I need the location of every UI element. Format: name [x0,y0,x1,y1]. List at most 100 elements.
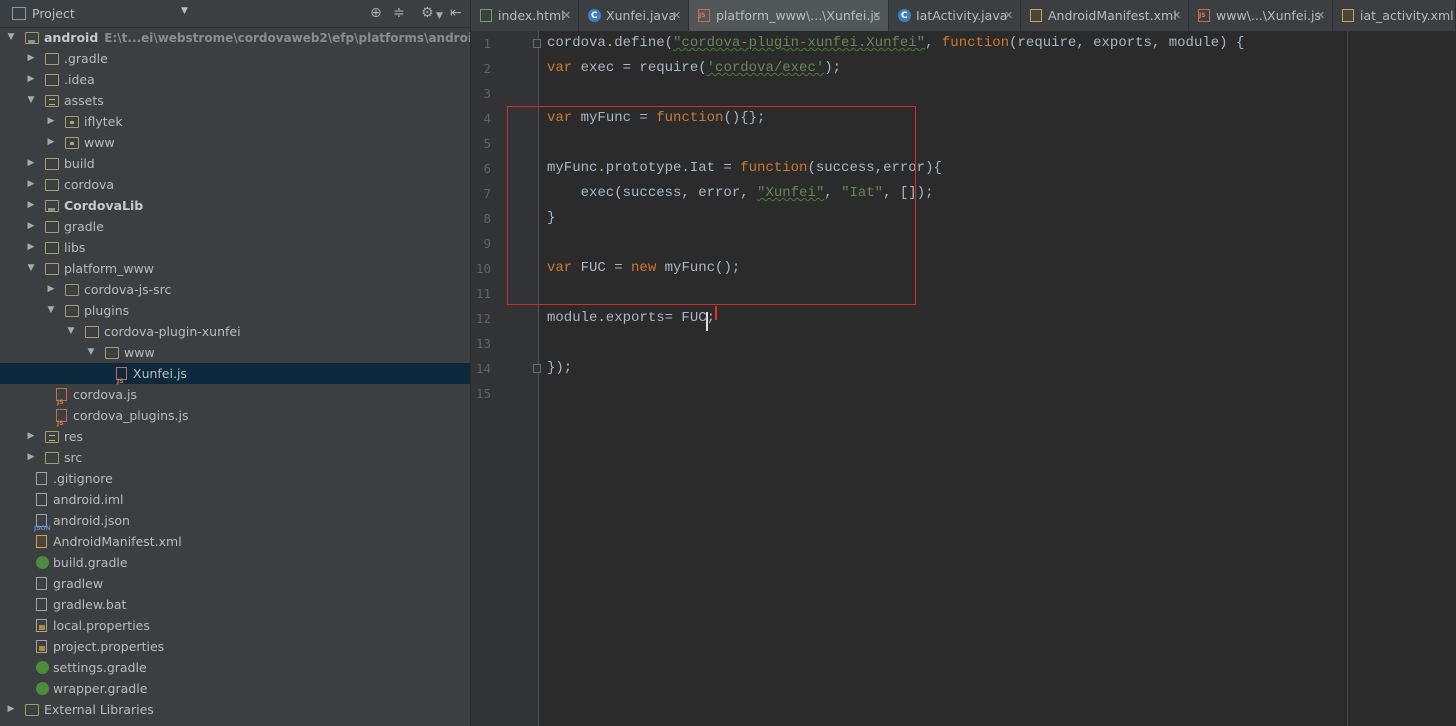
editor-tab[interactable]: iat_activity.xml [1333,0,1456,31]
editor-tab[interactable]: platform_www\...\Xunfei.js✕ [689,0,889,31]
fold-marker-icon[interactable] [533,39,541,48]
chevron-down-icon[interactable]: ▼ [66,321,76,342]
project-panel-title[interactable]: Project [32,6,75,21]
close-icon[interactable]: ✕ [1316,0,1325,31]
chevron-right-icon[interactable]: ▶ [46,111,56,132]
line-number: 6 [483,161,491,176]
folder-icon [65,284,79,296]
tree-item-cordova[interactable]: ▶ cordova [0,174,470,195]
tree-item-gradlew[interactable]: gradlew [0,573,470,594]
line-number: 13 [475,336,491,351]
editor-tab[interactable]: Xunfei.java✕ [579,0,689,31]
line-number: 12 [475,311,491,326]
close-icon[interactable]: ✕ [672,0,681,31]
tree-item-cordova-plugins-js[interactable]: cordova_plugins.js [0,405,470,434]
close-icon[interactable]: ✕ [562,0,571,31]
close-icon[interactable]: ✕ [1172,0,1181,31]
code-text: (success,error){ [807,160,942,176]
tree-item-android-json[interactable]: android.json [0,510,470,539]
tree-item-local-properties[interactable]: local.properties [0,615,470,636]
tree-item-cordova-js[interactable]: cordova.js [0,384,470,413]
chevron-right-icon[interactable]: ▶ [26,69,36,90]
crosshair-icon[interactable]: ⊕ [370,5,382,21]
tree-item-xunfei-js[interactable]: Xunfei.js [0,363,470,392]
chevron-down-icon[interactable]: ▼ [86,342,96,363]
tree-item-label: project.properties [53,639,165,654]
tree-item-label: .idea [64,72,95,87]
tree-item-android[interactable]: ▼ android E:\t...ei\webstrome\cordovaweb2\… [0,27,470,48]
tree-item-idea[interactable]: ▶ .idea [0,69,470,90]
chevron-right-icon[interactable]: ▶ [26,237,36,258]
text-file-icon [36,598,47,611]
chevron-right-icon[interactable]: ▶ [26,195,36,216]
line-number: 4 [483,111,491,126]
tree-item-platform-www[interactable]: ▼ platform_www [0,258,470,279]
tree-item-www[interactable]: ▶ www [0,132,470,153]
line-number: 7 [483,186,491,201]
resource-folder-icon [45,431,59,443]
tree-item-assets[interactable]: ▼ assets [0,90,470,111]
tree-item-build[interactable]: ▶ build [0,153,470,174]
tree-item-gradlew-bat[interactable]: gradlew.bat [0,594,470,615]
right-margin-guide [1347,31,1348,726]
chevron-right-icon[interactable]: ▶ [6,699,16,720]
chevron-down-icon[interactable]: ▼ [46,300,56,321]
tree-item-iflytek[interactable]: ▶ iflytek [0,111,470,132]
collapse-all-icon[interactable]: ≑ [393,5,405,21]
editor-tab[interactable]: www\...\Xunfei.js✕ [1189,0,1333,31]
editor-tab[interactable]: IatActivity.java✕ [889,0,1021,31]
tree-item-build-gradle[interactable]: build.gradle [0,552,470,573]
tree-item-gradle[interactable]: ▶ .gradle [0,48,470,69]
tree-item-project-properties[interactable]: project.properties [0,636,470,657]
code-editor[interactable]: 1 2 3 4 5 6 7 8 9 10 11 12 13 14 15 cordova.define("co… [471,31,1456,726]
tree-item-label: build [64,156,95,171]
chevron-right-icon[interactable]: ▶ [26,426,36,447]
tree-item-label: iflytek [84,114,123,129]
chevron-down-icon[interactable]: ▼ [26,258,36,279]
chevron-right-icon[interactable]: ▶ [26,48,36,69]
tree-item-src[interactable]: ▶ src [0,447,470,468]
chevron-right-icon[interactable]: ▶ [26,216,36,237]
close-icon[interactable]: ✕ [1004,0,1013,31]
chevron-right-icon[interactable]: ▶ [26,153,36,174]
code-text: } [547,210,556,226]
tree-item-cordova-js-src[interactable]: ▶ cordova-js-src [0,279,470,300]
tree-item-label: gradlew.bat [53,597,127,612]
tree-item-www[interactable]: ▼ www [0,342,470,363]
tree-item-libs[interactable]: ▶ libs [0,237,470,258]
editor-tab[interactable]: AndroidManifest.xml ✕ [1021,0,1189,31]
tree-item-androidmanifest-xml[interactable]: AndroidManifest.xml [0,531,470,552]
hide-panel-icon[interactable]: ⇤ [450,5,462,21]
code-text: module.exports= FUC; [547,310,716,326]
chevron-right-icon[interactable]: ▶ [46,279,56,300]
editor-tab[interactable]: index.html ✕ [471,0,579,31]
code-string: "Iat" [841,185,884,201]
tree-item-cordovalib[interactable]: ▶ CordovaLib [0,195,470,216]
code-keyword: var [547,260,573,276]
chevron-right-icon[interactable]: ▶ [26,174,36,195]
close-icon[interactable]: ✕ [872,0,881,31]
tree-item-android-iml[interactable]: android.iml [0,489,470,510]
tree-item-label: src [64,450,83,465]
tree-item-wrapper-gradle[interactable]: wrapper.gradle [0,678,470,699]
chevron-down-icon[interactable]: ▼ [436,8,443,24]
code-text: }); [547,360,573,376]
chevron-down-icon[interactable]: ▼ [26,90,36,111]
line-number: 5 [483,136,491,151]
chevron-down-icon[interactable]: ▼ [181,6,188,16]
tree-item-res[interactable]: ▶ res [0,426,470,447]
project-tool-window: Project ▼ ⊕ ≑ ⚙ ▼ ⇤ ▼ android E:\t...ei\we… [0,0,471,726]
code-line: var myFunc = function(){}; [547,106,765,131]
tree-item-plugins[interactable]: ▼ plugins [0,300,470,321]
tree-item-cordova-plugin-xunfei[interactable]: ▼ cordova-plugin-xunfei [0,321,470,342]
tree-item-external-libraries[interactable]: ▶ External Libraries [0,699,470,720]
tree-item-gitignore[interactable]: .gitignore [0,468,470,489]
chevron-right-icon[interactable]: ▶ [46,132,56,153]
tree-item-label: CordovaLib [64,198,144,213]
gear-icon[interactable]: ⚙ [421,5,434,21]
chevron-down-icon[interactable]: ▼ [6,27,16,48]
tree-item-gradle[interactable]: ▶ gradle [0,216,470,237]
tree-item-settings-gradle[interactable]: settings.gradle [0,657,470,678]
chevron-right-icon[interactable]: ▶ [26,447,36,468]
fold-marker-icon[interactable] [533,364,541,373]
